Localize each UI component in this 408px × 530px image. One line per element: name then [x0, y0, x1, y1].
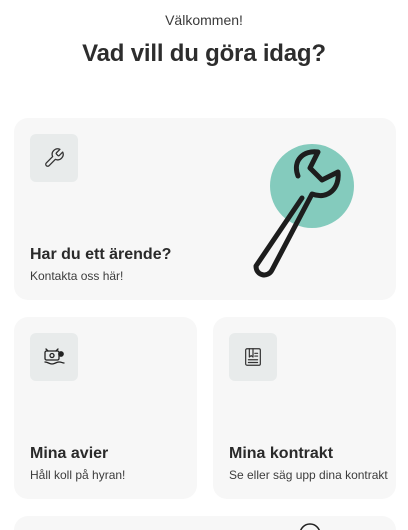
- circle-icon: [300, 523, 320, 530]
- contract-icon: [245, 348, 261, 366]
- page-title: Vad vill du göra idag?: [82, 40, 326, 67]
- wrench-illustration: [253, 144, 354, 278]
- wrench-icon: [45, 148, 64, 167]
- avier-subtitle: Håll koll på hyran!: [30, 468, 126, 482]
- errand-title: Har du ett ärende?: [30, 246, 172, 263]
- wrench-icon-box: [30, 134, 78, 182]
- money-icon: [44, 348, 65, 365]
- kontrakt-card[interactable]: Mina kontrakt Se eller säg upp dina kont…: [213, 317, 396, 499]
- avier-title: Mina avier: [30, 445, 109, 462]
- kontrakt-title: Mina kontrakt: [229, 445, 334, 462]
- contract-icon-box: [229, 333, 277, 381]
- errand-subtitle: Kontakta oss här!: [30, 269, 124, 283]
- next-card[interactable]: [14, 516, 396, 530]
- kontrakt-subtitle: Se eller säg upp dina kontrakt: [229, 468, 388, 482]
- money-icon-box: [30, 333, 78, 381]
- avier-card[interactable]: Mina avier Håll koll på hyran!: [14, 317, 197, 499]
- errand-card[interactable]: Har du ett ärende? Kontakta oss här!: [14, 118, 396, 300]
- welcome-text: Välkommen!: [165, 12, 243, 28]
